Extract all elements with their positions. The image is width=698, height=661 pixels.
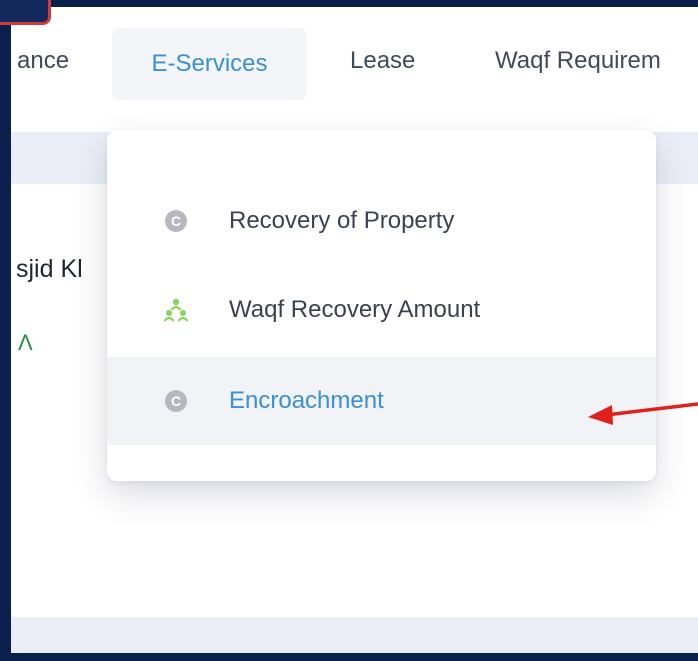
annotation-arrow-icon [588, 402, 698, 425]
